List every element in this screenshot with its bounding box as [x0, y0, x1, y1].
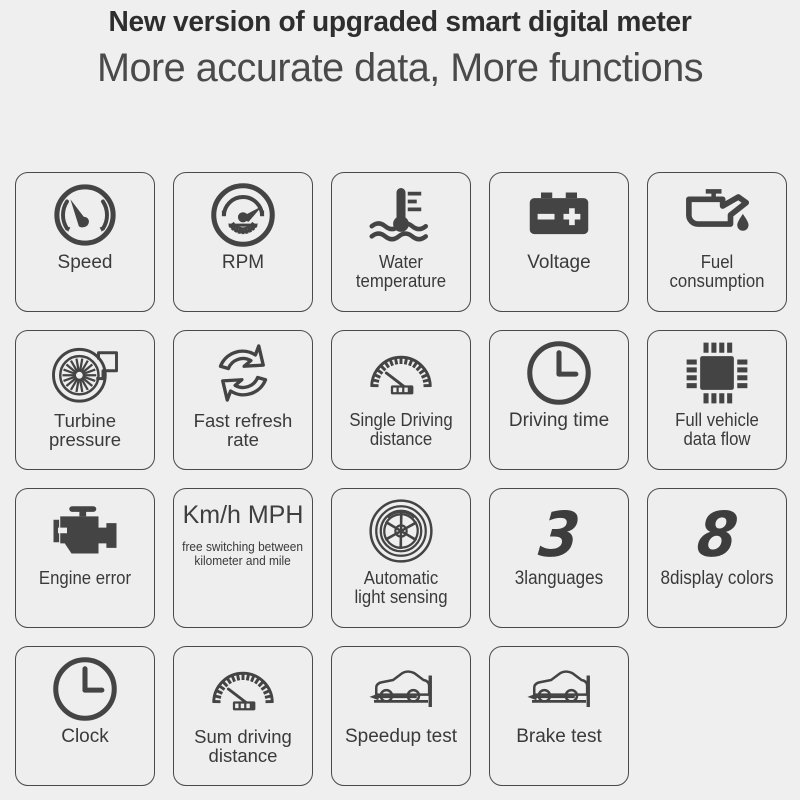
promo-feature-sheet: New version of upgraded smart digital me… [0, 0, 800, 800]
microchip-icon [681, 335, 753, 411]
water-temperature-icon [365, 177, 437, 253]
unit-toggle-label: Km/h MPH [182, 501, 304, 529]
odometer-gauge-icon [365, 335, 437, 411]
feature-label: Voltage [527, 252, 591, 273]
battery-icon [523, 177, 595, 253]
feature-tile[interactable]: Km/h MPH free switching between kilometer… [173, 488, 313, 628]
feature-tile[interactable]: Sum driving distance [173, 646, 313, 786]
feature-label: Full vehicle data flow [675, 410, 759, 449]
feature-tile[interactable]: Speedup test [331, 646, 471, 786]
header: New version of upgraded smart digital me… [0, 0, 800, 91]
feature-label: Fuel consumption [669, 252, 765, 291]
empty-grid-cell [647, 646, 787, 786]
feature-label: 8display colors [660, 568, 774, 589]
clock-icon [49, 651, 121, 727]
page-title: New version of upgraded smart digital me… [108, 6, 692, 38]
oil-can-icon [681, 177, 753, 253]
refresh-arrows-icon [207, 335, 279, 411]
feature-label: Sum driving distance [194, 726, 292, 767]
feature-tile[interactable]: Automatic light sensing [331, 488, 471, 628]
engine-icon [49, 493, 121, 569]
feature-label: Clock [61, 726, 109, 747]
tachometer-icon [207, 177, 279, 253]
feature-tile[interactable]: Fast refresh rate [173, 330, 313, 470]
feature-label: Turbine pressure [49, 410, 121, 451]
feature-label: Single Driving distance [349, 410, 453, 449]
page-subtitle: More accurate data, More functions [96, 46, 704, 91]
feature-tile[interactable]: Brake test [489, 646, 629, 786]
feature-tile[interactable]: Driving time [489, 330, 629, 470]
feature-grid: Speed RPM Water temperature Voltage Fuel con… [15, 172, 787, 786]
feature-label: Brake test [516, 726, 602, 747]
light-sensor-aperture-icon [365, 493, 437, 569]
feature-label: Driving time [508, 410, 610, 431]
feature-label: Speedup test [345, 726, 457, 747]
clock-icon [523, 335, 595, 411]
car-brake-icon [523, 651, 595, 727]
feature-tile[interactable]: Single Driving distance [331, 330, 471, 470]
feature-label: Speed [57, 252, 113, 273]
feature-label: RPM [221, 252, 265, 273]
feature-tile[interactable]: RPM [173, 172, 313, 312]
digit-3: 3 [536, 498, 582, 571]
feature-tile[interactable]: Fuel consumption [647, 172, 787, 312]
feature-tile[interactable]: Full vehicle data flow [647, 330, 787, 470]
unit-toggle-description: free switching between kilometer and mil… [182, 539, 304, 568]
feature-label: 3languages [514, 568, 604, 589]
odometer-gauge-icon [207, 651, 279, 727]
feature-tile[interactable]: Voltage [489, 172, 629, 312]
feature-label: Engine error [38, 568, 132, 588]
feature-tile[interactable]: Water temperature [331, 172, 471, 312]
feature-tile[interactable]: Turbine pressure [15, 330, 155, 470]
feature-tile[interactable]: Clock [15, 646, 155, 786]
feature-label: Fast refresh rate [193, 410, 293, 451]
feature-tile[interactable]: Speed [15, 172, 155, 312]
feature-tile[interactable]: 3 3languages [489, 488, 629, 628]
turbocharger-icon [49, 335, 121, 411]
feature-label: Water temperature [355, 252, 447, 291]
feature-tile[interactable]: Engine error [15, 488, 155, 628]
digit-8: 8 [694, 498, 740, 571]
feature-tile[interactable]: 8 8display colors [647, 488, 787, 628]
speedometer-icon [49, 177, 121, 253]
feature-label: Automatic light sensing [354, 568, 448, 607]
car-accel-icon [365, 651, 437, 727]
